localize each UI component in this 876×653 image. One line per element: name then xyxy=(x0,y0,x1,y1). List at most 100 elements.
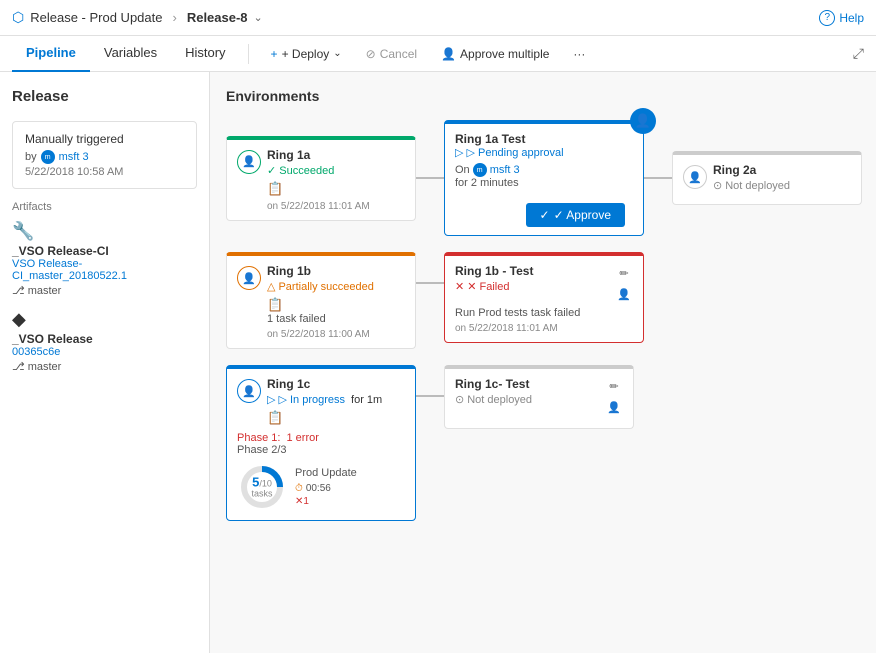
artifact-2: ◆ _VSO Release 00365c6e ⎇ master xyxy=(12,309,197,373)
ring1a-test-name[interactable]: Ring 1a Test xyxy=(455,132,633,146)
env-row-2: 👤 Ring 1b △ Partially succeeded xyxy=(226,252,860,349)
tab-pipeline[interactable]: Pipeline xyxy=(12,36,90,72)
conn-1c-to-test xyxy=(416,395,444,397)
trigger-user: msft 3 xyxy=(59,151,89,163)
ring1a-test-wrapper: Ring 1a Test ▷ ▷ Pending approval On m xyxy=(444,120,644,236)
help-link[interactable]: ? Help xyxy=(819,10,864,26)
ring1c-name[interactable]: Ring 1c xyxy=(267,377,405,391)
tasks-done: 5 xyxy=(252,475,259,490)
branch-icon-2: ⎇ xyxy=(12,360,25,373)
ring1a-test-status: ▷ ▷ Pending approval xyxy=(455,146,633,159)
ring1a-time: on 5/22/2018 11:01 AM xyxy=(267,201,405,212)
cancel-label: Cancel xyxy=(380,47,417,61)
ring1c-info: Ring 1c ▷ ▷ In progress for 1m xyxy=(267,377,405,406)
pipeline-layout: 👤 Ring 1a ✓ Succeeded 📋 on 5/22/2018 11:… xyxy=(226,120,860,521)
artifact-1-link[interactable]: VSO Release-CI_master_20180522.1 xyxy=(12,258,197,282)
env-row-3: 👤 Ring 1c ▷ ▷ In progress for 1m xyxy=(226,365,860,521)
ring1a-icon: 👤 xyxy=(237,150,261,174)
ring1c-test-card: Ring 1c- Test ⊙ Not deployed ✏ 👤 xyxy=(444,365,634,429)
ring1b-test-header: Ring 1b - Test ✕ ✕ Failed ✏ 👤 xyxy=(455,264,633,303)
ring2a-body: 👤 Ring 2a ⊙ Not deployed xyxy=(673,155,861,204)
breadcrumb-separator: › xyxy=(172,10,176,25)
ring2a-name[interactable]: Ring 2a xyxy=(713,163,851,177)
ring1c-wrapper: 👤 Ring 1c ▷ ▷ In progress for 1m xyxy=(226,365,416,521)
error-meta: ✕1 xyxy=(295,496,357,507)
approve-multiple-button[interactable]: 👤 Approve multiple xyxy=(431,42,559,66)
clock-icon: ⏱ xyxy=(295,483,303,494)
artifact-2-link[interactable]: 00365c6e xyxy=(12,346,197,358)
ring2a-card: 👤 Ring 2a ⊙ Not deployed xyxy=(672,151,862,205)
cancel-icon: ⊘ xyxy=(366,47,376,61)
donut-center: 5/10 tasks xyxy=(251,476,272,499)
ring1a-wrapper: 👤 Ring 1a ✓ Succeeded 📋 on 5/22/2018 11:… xyxy=(226,136,416,221)
ring1b-name[interactable]: Ring 1b xyxy=(267,264,405,278)
ring1a-task-icon: 📋 xyxy=(267,181,283,197)
pipeline-title: Environments xyxy=(226,88,860,104)
sidebar-title: Release xyxy=(12,88,197,105)
ring1c-test-name[interactable]: Ring 1c- Test xyxy=(455,377,599,391)
artifact-2-icon: ◆ xyxy=(12,309,197,330)
tab-variables[interactable]: Variables xyxy=(90,36,171,72)
release-chevron[interactable]: ⌄ xyxy=(254,11,263,24)
phase1-error: 1 error xyxy=(286,432,318,444)
ring1c-user-btn[interactable]: 👤 xyxy=(605,398,623,416)
tab-history[interactable]: History xyxy=(171,36,239,72)
ring1c-test-header: Ring 1c- Test ⊙ Not deployed ✏ 👤 xyxy=(455,377,623,416)
ring1b-header: 👤 Ring 1b △ Partially succeeded xyxy=(237,264,405,293)
deploy-button[interactable]: + + Deploy ⌄ xyxy=(261,42,352,66)
ring1b-test-status: ✕ ✕ Failed xyxy=(455,280,605,293)
ring1c-task-area: 📋 xyxy=(267,410,405,426)
approve-btn-wrapper: ✓ ✓ Approve xyxy=(455,195,633,227)
ring2a-status-label: Not deployed xyxy=(725,180,790,192)
expand-button[interactable]: ⤢ xyxy=(853,45,864,62)
release-name: Release-8 xyxy=(187,10,248,25)
expand-icon: ⤢ xyxy=(853,45,864,61)
ring1b-card: 👤 Ring 1b △ Partially succeeded xyxy=(226,252,416,349)
ring1c-edit-btn[interactable]: ✏ xyxy=(605,377,623,395)
ring1b-status-label: Partially succeeded xyxy=(278,281,373,293)
ring2a-header: 👤 Ring 2a ⊙ Not deployed xyxy=(683,163,851,192)
artifact-2-branch-name: master xyxy=(28,361,62,373)
ring1b-edit-btn[interactable]: ✏ xyxy=(615,264,633,282)
release-icon: ⬡ xyxy=(12,9,24,26)
ring1b-test-wrapper: Ring 1b - Test ✕ ✕ Failed ✏ 👤 xyxy=(444,252,644,343)
ring1a-test-body: Ring 1a Test ▷ ▷ Pending approval On m xyxy=(445,124,643,235)
branch-icon-1: ⎇ xyxy=(12,284,25,297)
approve-button[interactable]: ✓ ✓ Approve xyxy=(526,203,625,227)
ring1b-body: 👤 Ring 1b △ Partially succeeded xyxy=(227,256,415,348)
ring1c-status: ▷ ▷ In progress for 1m xyxy=(267,393,405,406)
artifact-1-branch-name: master xyxy=(28,285,62,297)
ring1b-test-name[interactable]: Ring 1b - Test xyxy=(455,264,605,278)
ring2a-wrapper: 👤 Ring 2a ⊙ Not deployed xyxy=(672,151,862,205)
ring1b-status: △ Partially succeeded xyxy=(267,280,405,293)
ring1c-task-icon: 📋 xyxy=(267,410,283,426)
cancel-button[interactable]: ⊘ Cancel xyxy=(356,42,427,66)
trigger-box: Manually triggered by m msft 3 5/22/2018… xyxy=(12,121,197,189)
ring1c-donut-meta: Prod Update ⏱ 00:56 ✕1 xyxy=(295,467,357,507)
more-button[interactable]: ··· xyxy=(563,42,595,66)
ring1b-user-btn[interactable]: 👤 xyxy=(615,285,633,303)
by-text: by xyxy=(25,151,37,163)
ring1b-time: on 5/22/2018 11:00 AM xyxy=(267,329,405,340)
ring1a-icon2: 📋 xyxy=(267,181,405,197)
inprogress-label: ▷ In progress xyxy=(278,393,345,406)
ring1c-test-wrapper: Ring 1c- Test ⊙ Not deployed ✏ 👤 xyxy=(444,365,634,429)
trigger-label: Manually triggered xyxy=(25,132,184,146)
breadcrumb-project[interactable]: Release - Prod Update xyxy=(30,10,162,25)
ring1a-test-card: Ring 1a Test ▷ ▷ Pending approval On m xyxy=(444,120,644,236)
ring1c-donut-area: 5/10 tasks Prod Update ⏱ 00: xyxy=(237,462,405,512)
ring1b-test-time: on 5/22/2018 11:01 AM xyxy=(455,323,633,334)
ring1b-test-detail: Run Prod tests task failed xyxy=(455,307,633,319)
ring1b-test-actions: ✏ 👤 xyxy=(615,264,633,303)
on-user: msft 3 xyxy=(490,164,520,176)
ring1a-card: 👤 Ring 1a ✓ Succeeded 📋 on 5/22/2018 11:… xyxy=(226,136,416,221)
conn-test-to-2a xyxy=(644,177,672,179)
ring1b-status-icon: △ xyxy=(267,280,275,293)
ring1a-name[interactable]: Ring 1a xyxy=(267,148,405,162)
artifact-2-branch: ⎇ master xyxy=(12,360,197,373)
ring1b-task-icon: 📋 xyxy=(267,297,283,313)
ring2a-info: Ring 2a ⊙ Not deployed xyxy=(713,163,851,192)
ring1b-detail: 1 task failed xyxy=(267,313,405,325)
artifact-1: 🔧 _VSO Release-CI VSO Release-CI_master_… xyxy=(12,221,197,297)
ring1b-test-body: Ring 1b - Test ✕ ✕ Failed ✏ 👤 xyxy=(445,256,643,342)
